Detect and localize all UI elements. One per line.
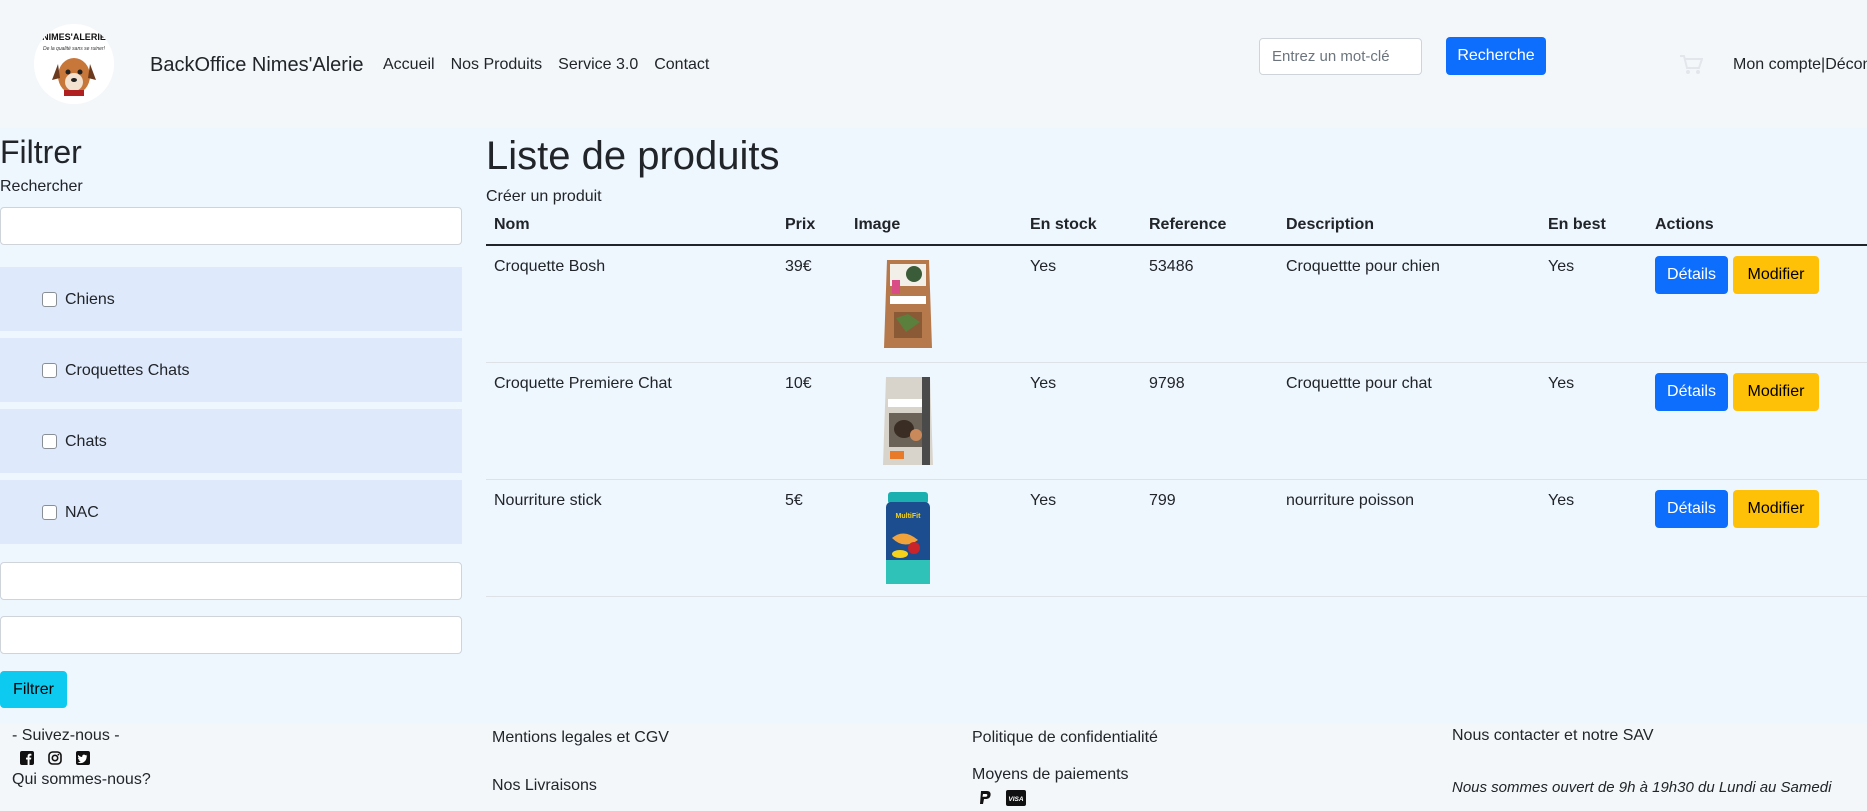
search-input[interactable] xyxy=(1259,38,1422,75)
max-price-input[interactable] xyxy=(0,616,462,654)
cell-description: Croquettte pour chat xyxy=(1286,375,1432,392)
edit-button[interactable]: Modifier xyxy=(1733,373,1819,411)
col-image: Image xyxy=(854,216,901,233)
cart-icon[interactable] xyxy=(1679,54,1704,76)
details-button[interactable]: Détails xyxy=(1655,490,1728,528)
details-button[interactable]: Détails xyxy=(1655,256,1728,294)
col-description: Description xyxy=(1286,216,1375,233)
cell-best: Yes xyxy=(1548,492,1575,509)
svg-text:VISA: VISA xyxy=(1008,796,1023,803)
cell-stock: Yes xyxy=(1030,375,1057,392)
category-label: NAC xyxy=(65,504,99,521)
cell-prix: 10€ xyxy=(785,375,812,392)
edit-button[interactable]: Modifier xyxy=(1733,256,1819,294)
cell-nom: Nourriture stick xyxy=(494,492,602,509)
col-actions: Actions xyxy=(1655,216,1714,233)
nav-contact[interactable]: Contact xyxy=(654,56,709,74)
product-image: MultiFit xyxy=(878,490,938,588)
details-button[interactable]: Détails xyxy=(1655,373,1728,411)
nav-service[interactable]: Service 3.0 xyxy=(558,56,638,74)
svg-text:De la qualité sans se ruiner!: De la qualité sans se ruiner! xyxy=(43,46,106,52)
svg-text:MultiFit: MultiFit xyxy=(896,513,922,520)
cell-stock: Yes xyxy=(1030,492,1057,509)
filter-title: Filtrer xyxy=(0,134,82,170)
main-nav: Accueil Nos Produits Service 3.0 Contact xyxy=(383,56,709,74)
site-footer: - Suivez-nous - Qui sommes-nous? Mention… xyxy=(0,723,1867,811)
site-logo[interactable]: NIMES'ALERIE De la qualité sans se ruine… xyxy=(34,24,114,104)
category-label: Chats xyxy=(65,433,107,450)
page-title: Liste de produits xyxy=(486,134,780,178)
delivery-link[interactable]: Nos Livraisons xyxy=(492,777,597,795)
nav-accueil[interactable]: Accueil xyxy=(383,56,435,74)
table-row: Croquette Bosh 39€ Yes 53486 Croquettte … xyxy=(486,246,1867,363)
contact-sav-link[interactable]: Nous contacter et notre SAV xyxy=(1452,727,1654,745)
payments-label: Moyens de paiements xyxy=(972,766,1129,783)
col-nom: Nom xyxy=(494,216,530,233)
filter-button[interactable]: Filtrer xyxy=(0,671,67,708)
cell-description: Croquettte pour chien xyxy=(1286,258,1440,275)
site-header: NIMES'ALERIE De la qualité sans se ruine… xyxy=(0,0,1867,128)
main-area: Filtrer Rechercher Chiens Croquettes Cha… xyxy=(0,128,1867,723)
checkbox-nac[interactable] xyxy=(42,505,57,520)
table-row: Croquette Premiere Chat 10€ Yes 9798 Cro… xyxy=(486,363,1867,480)
checkbox-croquettes-chats[interactable] xyxy=(42,363,57,378)
category-chiens: Chiens xyxy=(0,267,462,331)
paypal-icon xyxy=(976,790,994,811)
category-label: Croquettes Chats xyxy=(65,362,190,379)
instagram-icon[interactable] xyxy=(48,751,62,765)
product-image xyxy=(878,373,938,471)
cell-description: nourriture poisson xyxy=(1286,492,1415,509)
follow-us-label: - Suivez-nous - xyxy=(12,727,120,744)
category-label: Chiens xyxy=(65,291,115,308)
filter-search-input[interactable] xyxy=(0,207,462,245)
cell-reference: 53486 xyxy=(1149,258,1194,275)
opening-hours: Nous sommes ouvert de 9h à 19h30 du Lund… xyxy=(1452,779,1832,796)
cell-prix: 5€ xyxy=(785,492,803,509)
social-links xyxy=(20,751,90,765)
cell-nom: Croquette Bosh xyxy=(494,258,606,275)
cell-prix: 39€ xyxy=(785,258,812,275)
nav-nos-produits[interactable]: Nos Produits xyxy=(451,56,543,74)
brand-name[interactable]: BackOffice Nimes'Alerie xyxy=(150,54,364,77)
cell-best: Yes xyxy=(1548,375,1575,392)
col-en-best: En best xyxy=(1548,216,1606,233)
checkbox-chiens[interactable] xyxy=(42,292,57,307)
product-image xyxy=(878,256,938,354)
table-row: Nourriture stick 5€ MultiFit Yes 799 nou… xyxy=(486,480,1867,597)
cell-reference: 799 xyxy=(1149,492,1176,509)
cell-nom: Croquette Premiere Chat xyxy=(494,375,672,392)
legal-link[interactable]: Mentions legales et CGV xyxy=(492,729,669,747)
col-prix: Prix xyxy=(785,216,816,233)
search-button[interactable]: Recherche xyxy=(1446,37,1546,75)
facebook-icon[interactable] xyxy=(20,751,34,765)
checkbox-chats[interactable] xyxy=(42,434,57,449)
twitter-icon[interactable] xyxy=(76,751,90,765)
table-header: Nom Prix Image En stock Reference Descri… xyxy=(486,216,1867,246)
about-link[interactable]: Qui sommes-nous? xyxy=(12,771,151,789)
cell-best: Yes xyxy=(1548,258,1575,275)
payment-methods: VISA xyxy=(976,790,1026,811)
edit-button[interactable]: Modifier xyxy=(1733,490,1819,528)
privacy-link[interactable]: Politique de confidentialité xyxy=(972,729,1158,747)
category-chats: Chats xyxy=(0,409,462,473)
account-link[interactable]: Mon compte|Déconnexion xyxy=(1733,56,1867,74)
create-product-link[interactable]: Créer un produit xyxy=(486,188,602,206)
col-en-stock: En stock xyxy=(1030,216,1097,233)
category-croquettes-chats: Croquettes Chats xyxy=(0,338,462,402)
min-price-input[interactable] xyxy=(0,562,462,600)
category-nac: NAC xyxy=(0,480,462,544)
col-reference: Reference xyxy=(1149,216,1227,233)
search-label: Rechercher xyxy=(0,178,83,195)
cell-reference: 9798 xyxy=(1149,375,1185,392)
cell-stock: Yes xyxy=(1030,258,1057,275)
svg-text:NIMES'ALERIE: NIMES'ALERIE xyxy=(42,32,106,42)
visa-icon: VISA xyxy=(1006,790,1026,811)
